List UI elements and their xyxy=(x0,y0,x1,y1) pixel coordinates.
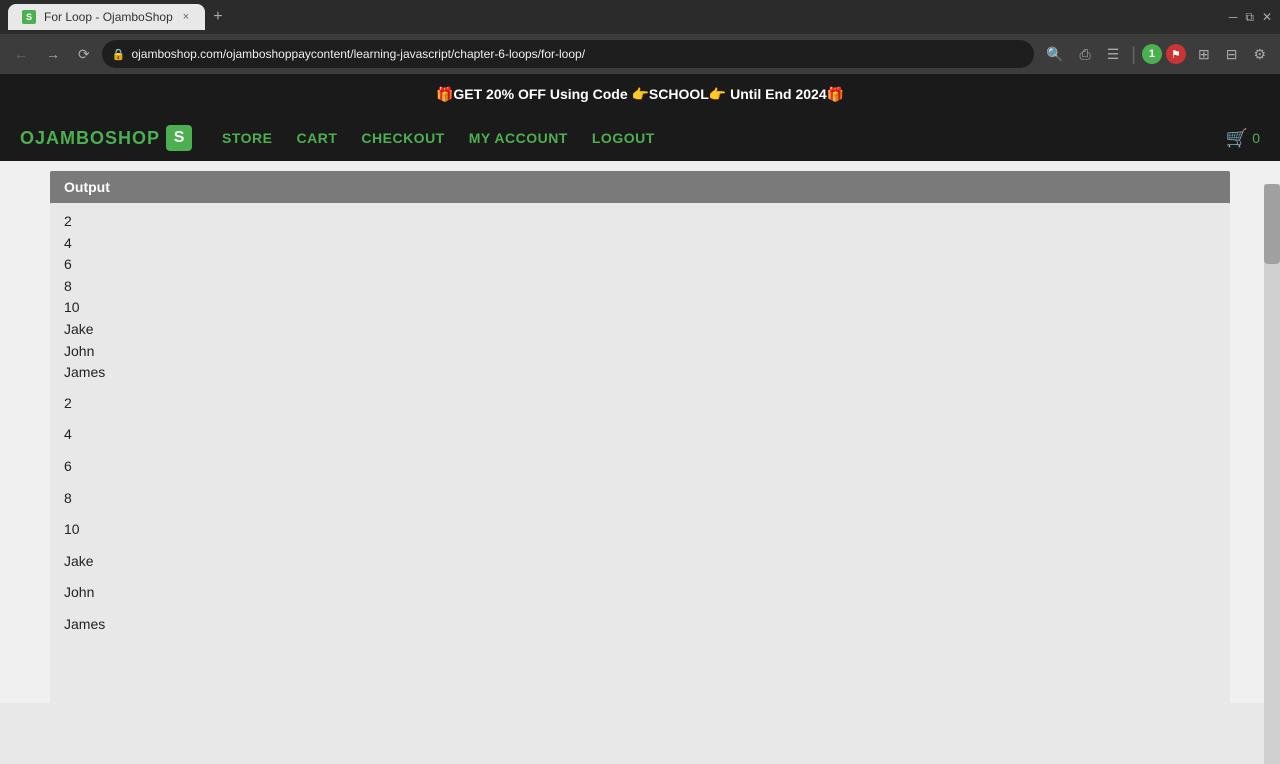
output-line-spaced: Jake xyxy=(64,542,1216,574)
output-line: John xyxy=(64,341,1216,363)
tab-title: For Loop - OjamboShop xyxy=(44,10,173,24)
notification-count: 1 xyxy=(1149,48,1155,60)
page-content: 🎁GET 20% OFF Using Code 👉SCHOOL👉 Until E… xyxy=(0,74,1280,703)
browser-chrome: S For Loop - OjamboShop × + ─ ⧉ ✕ ← → ⟳ … xyxy=(0,0,1280,74)
search-icon[interactable]: 🔍 xyxy=(1040,42,1069,67)
browser-titlebar: S For Loop - OjamboShop × + ─ ⧉ ✕ xyxy=(0,0,1280,34)
divider: | xyxy=(1129,44,1138,65)
split-view-button[interactable]: ⊟ xyxy=(1220,42,1244,67)
cart-icon: 🛒 xyxy=(1226,128,1248,149)
output-line-spaced: 2 xyxy=(64,384,1216,416)
output-line: 6 xyxy=(64,254,1216,276)
site-nav: OJAMBOSHOP S STORE CART CHECKOUT MY ACCO… xyxy=(0,115,1280,161)
cart-count: 0 xyxy=(1252,130,1260,146)
close-button[interactable]: ✕ xyxy=(1262,10,1272,24)
output-section: Output 2 4 6 8 10 Jake John James 2 4 6 … xyxy=(50,171,1230,703)
output-line-spaced: John xyxy=(64,573,1216,605)
output-line-spaced: 8 xyxy=(64,479,1216,511)
active-tab[interactable]: S For Loop - OjamboShop × xyxy=(8,4,205,30)
new-tab-button[interactable]: + xyxy=(205,4,230,30)
output-body: 2 4 6 8 10 Jake John James 2 4 6 8 10 Ja… xyxy=(50,203,1230,703)
output-line: 10 xyxy=(64,297,1216,319)
toolbar-actions: 🔍 ⎙ ☰ | 1 ⚑ xyxy=(1040,42,1186,67)
promo-text: 🎁GET 20% OFF Using Code 👉SCHOOL👉 Until E… xyxy=(436,86,844,102)
rss-icon[interactable]: ☰ xyxy=(1101,42,1126,67)
sidebar-button[interactable]: ⊞ xyxy=(1192,42,1216,67)
output-line: 8 xyxy=(64,276,1216,298)
nav-store-link[interactable]: STORE xyxy=(222,130,272,146)
output-header: Output xyxy=(50,171,1230,203)
restore-button[interactable]: ⧉ xyxy=(1245,10,1254,25)
nav-cart-icon[interactable]: 🛒 0 xyxy=(1226,128,1260,149)
browser-toolbar: ← → ⟳ 🔒 🔍 ⎙ ☰ | 1 ⚑ ⊞ ⊟ ⚙ xyxy=(0,34,1280,74)
share-icon[interactable]: ⎙ xyxy=(1074,42,1097,67)
promo-banner: 🎁GET 20% OFF Using Code 👉SCHOOL👉 Until E… xyxy=(0,74,1280,115)
nav-myaccount-link[interactable]: MY ACCOUNT xyxy=(469,130,568,146)
sidebar-toggle-icons: ⊞ ⊟ ⚙ xyxy=(1192,42,1272,67)
nav-logout-link[interactable]: LOGOUT xyxy=(592,130,655,146)
output-line: 4 xyxy=(64,233,1216,255)
output-line-spaced: James xyxy=(64,605,1216,637)
tab-bar: S For Loop - OjamboShop × + xyxy=(8,4,231,30)
output-line-spaced: 4 xyxy=(64,415,1216,447)
scrollbar-thumb[interactable] xyxy=(1264,184,1280,264)
forward-button[interactable]: → xyxy=(40,42,66,66)
reload-button[interactable]: ⟳ xyxy=(72,42,96,67)
output-line: 2 xyxy=(64,211,1216,233)
nav-logo[interactable]: OJAMBOSHOP S xyxy=(20,125,192,151)
output-line-spaced: 6 xyxy=(64,447,1216,479)
output-line-spaced: 10 xyxy=(64,510,1216,542)
address-bar-container: 🔒 xyxy=(102,40,1034,68)
output-line: Jake xyxy=(64,319,1216,341)
extension-red-icon[interactable]: ⚑ xyxy=(1166,44,1186,64)
back-button[interactable]: ← xyxy=(8,42,34,66)
address-bar[interactable] xyxy=(131,47,1024,61)
tab-close-button[interactable]: × xyxy=(181,9,191,25)
tab-favicon: S xyxy=(22,10,36,24)
lock-icon: 🔒 xyxy=(112,48,126,61)
nav-links: STORE CART CHECKOUT MY ACCOUNT LOGOUT xyxy=(222,130,1196,146)
logo-text: OJAMBOSHOP xyxy=(20,128,160,149)
scrollbar[interactable] xyxy=(1264,184,1280,764)
nav-checkout-link[interactable]: CHECKOUT xyxy=(361,130,444,146)
extension-green-icon[interactable]: 1 xyxy=(1142,44,1162,64)
settings-button[interactable]: ⚙ xyxy=(1247,42,1272,67)
logo-s-badge: S xyxy=(166,125,192,151)
nav-cart-link[interactable]: CART xyxy=(297,130,338,146)
minimize-button[interactable]: ─ xyxy=(1229,10,1238,24)
output-line: James xyxy=(64,362,1216,384)
